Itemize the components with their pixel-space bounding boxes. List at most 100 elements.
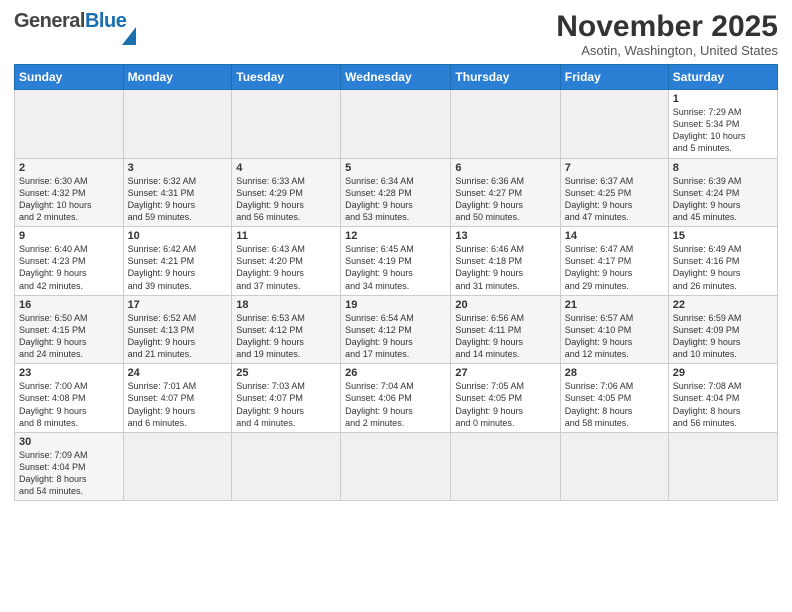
header-tuesday: Tuesday bbox=[232, 65, 341, 90]
day-cell: 25Sunrise: 7:03 AM Sunset: 4:07 PM Dayli… bbox=[232, 364, 341, 433]
day-cell: 15Sunrise: 6:49 AM Sunset: 4:16 PM Dayli… bbox=[668, 227, 777, 296]
day-cell bbox=[123, 432, 232, 501]
day-number: 29 bbox=[673, 367, 773, 379]
day-info: Sunrise: 6:53 AM Sunset: 4:12 PM Dayligh… bbox=[236, 312, 336, 361]
header: GeneralBlue November 2025 Asotin, Washin… bbox=[14, 10, 778, 58]
day-info: Sunrise: 6:52 AM Sunset: 4:13 PM Dayligh… bbox=[128, 312, 228, 361]
day-cell: 27Sunrise: 7:05 AM Sunset: 4:05 PM Dayli… bbox=[451, 364, 560, 433]
day-number: 13 bbox=[455, 230, 555, 242]
day-cell: 28Sunrise: 7:06 AM Sunset: 4:05 PM Dayli… bbox=[560, 364, 668, 433]
day-cell: 19Sunrise: 6:54 AM Sunset: 4:12 PM Dayli… bbox=[341, 295, 451, 364]
logo-area: GeneralBlue bbox=[14, 10, 136, 45]
day-number: 12 bbox=[345, 230, 446, 242]
day-info: Sunrise: 7:01 AM Sunset: 4:07 PM Dayligh… bbox=[128, 380, 228, 429]
week-row-2: 9Sunrise: 6:40 AM Sunset: 4:23 PM Daylig… bbox=[15, 227, 778, 296]
day-info: Sunrise: 6:50 AM Sunset: 4:15 PM Dayligh… bbox=[19, 312, 119, 361]
day-info: Sunrise: 7:08 AM Sunset: 4:04 PM Dayligh… bbox=[673, 380, 773, 429]
day-cell bbox=[668, 432, 777, 501]
day-cell: 17Sunrise: 6:52 AM Sunset: 4:13 PM Dayli… bbox=[123, 295, 232, 364]
day-number: 20 bbox=[455, 299, 555, 311]
day-info: Sunrise: 6:37 AM Sunset: 4:25 PM Dayligh… bbox=[565, 175, 664, 224]
day-cell: 11Sunrise: 6:43 AM Sunset: 4:20 PM Dayli… bbox=[232, 227, 341, 296]
day-info: Sunrise: 7:03 AM Sunset: 4:07 PM Dayligh… bbox=[236, 380, 336, 429]
day-number: 19 bbox=[345, 299, 446, 311]
page: GeneralBlue November 2025 Asotin, Washin… bbox=[0, 0, 792, 612]
day-cell: 23Sunrise: 7:00 AM Sunset: 4:08 PM Dayli… bbox=[15, 364, 124, 433]
day-info: Sunrise: 6:49 AM Sunset: 4:16 PM Dayligh… bbox=[673, 243, 773, 292]
day-info: Sunrise: 6:46 AM Sunset: 4:18 PM Dayligh… bbox=[455, 243, 555, 292]
day-info: Sunrise: 6:54 AM Sunset: 4:12 PM Dayligh… bbox=[345, 312, 446, 361]
day-cell: 9Sunrise: 6:40 AM Sunset: 4:23 PM Daylig… bbox=[15, 227, 124, 296]
day-number: 22 bbox=[673, 299, 773, 311]
day-info: Sunrise: 6:33 AM Sunset: 4:29 PM Dayligh… bbox=[236, 175, 336, 224]
header-thursday: Thursday bbox=[451, 65, 560, 90]
day-number: 26 bbox=[345, 367, 446, 379]
logo-triangle-row bbox=[70, 29, 136, 45]
day-info: Sunrise: 6:30 AM Sunset: 4:32 PM Dayligh… bbox=[19, 175, 119, 224]
day-number: 25 bbox=[236, 367, 336, 379]
header-saturday: Saturday bbox=[668, 65, 777, 90]
day-cell: 16Sunrise: 6:50 AM Sunset: 4:15 PM Dayli… bbox=[15, 295, 124, 364]
week-row-3: 16Sunrise: 6:50 AM Sunset: 4:15 PM Dayli… bbox=[15, 295, 778, 364]
day-info: Sunrise: 6:36 AM Sunset: 4:27 PM Dayligh… bbox=[455, 175, 555, 224]
day-number: 5 bbox=[345, 162, 446, 174]
day-cell bbox=[451, 90, 560, 159]
day-number: 3 bbox=[128, 162, 228, 174]
day-cell: 30Sunrise: 7:09 AM Sunset: 4:04 PM Dayli… bbox=[15, 432, 124, 501]
day-cell: 13Sunrise: 6:46 AM Sunset: 4:18 PM Dayli… bbox=[451, 227, 560, 296]
title-area: November 2025 Asotin, Washington, United… bbox=[556, 10, 778, 58]
day-number: 18 bbox=[236, 299, 336, 311]
day-info: Sunrise: 6:59 AM Sunset: 4:09 PM Dayligh… bbox=[673, 312, 773, 361]
day-number: 15 bbox=[673, 230, 773, 242]
day-number: 9 bbox=[19, 230, 119, 242]
day-number: 17 bbox=[128, 299, 228, 311]
month-title: November 2025 bbox=[556, 10, 778, 43]
day-number: 8 bbox=[673, 162, 773, 174]
day-info: Sunrise: 7:00 AM Sunset: 4:08 PM Dayligh… bbox=[19, 380, 119, 429]
day-info: Sunrise: 6:34 AM Sunset: 4:28 PM Dayligh… bbox=[345, 175, 446, 224]
day-number: 28 bbox=[565, 367, 664, 379]
day-info: Sunrise: 6:42 AM Sunset: 4:21 PM Dayligh… bbox=[128, 243, 228, 292]
header-friday: Friday bbox=[560, 65, 668, 90]
day-cell: 18Sunrise: 6:53 AM Sunset: 4:12 PM Dayli… bbox=[232, 295, 341, 364]
day-number: 27 bbox=[455, 367, 555, 379]
header-monday: Monday bbox=[123, 65, 232, 90]
day-cell: 6Sunrise: 6:36 AM Sunset: 4:27 PM Daylig… bbox=[451, 158, 560, 227]
day-cell bbox=[341, 432, 451, 501]
day-info: Sunrise: 7:04 AM Sunset: 4:06 PM Dayligh… bbox=[345, 380, 446, 429]
day-number: 4 bbox=[236, 162, 336, 174]
day-cell bbox=[15, 90, 124, 159]
day-info: Sunrise: 7:05 AM Sunset: 4:05 PM Dayligh… bbox=[455, 380, 555, 429]
day-number: 2 bbox=[19, 162, 119, 174]
header-sunday: Sunday bbox=[15, 65, 124, 90]
day-number: 10 bbox=[128, 230, 228, 242]
location: Asotin, Washington, United States bbox=[556, 43, 778, 58]
day-number: 14 bbox=[565, 230, 664, 242]
week-row-1: 2Sunrise: 6:30 AM Sunset: 4:32 PM Daylig… bbox=[15, 158, 778, 227]
day-cell: 29Sunrise: 7:08 AM Sunset: 4:04 PM Dayli… bbox=[668, 364, 777, 433]
day-cell bbox=[341, 90, 451, 159]
week-row-4: 23Sunrise: 7:00 AM Sunset: 4:08 PM Dayli… bbox=[15, 364, 778, 433]
day-number: 11 bbox=[236, 230, 336, 242]
day-info: Sunrise: 7:09 AM Sunset: 4:04 PM Dayligh… bbox=[19, 449, 119, 498]
day-info: Sunrise: 6:39 AM Sunset: 4:24 PM Dayligh… bbox=[673, 175, 773, 224]
day-cell: 2Sunrise: 6:30 AM Sunset: 4:32 PM Daylig… bbox=[15, 158, 124, 227]
day-info: Sunrise: 6:40 AM Sunset: 4:23 PM Dayligh… bbox=[19, 243, 119, 292]
day-cell: 5Sunrise: 6:34 AM Sunset: 4:28 PM Daylig… bbox=[341, 158, 451, 227]
day-cell bbox=[123, 90, 232, 159]
day-cell: 21Sunrise: 6:57 AM Sunset: 4:10 PM Dayli… bbox=[560, 295, 668, 364]
day-cell: 1Sunrise: 7:29 AM Sunset: 5:34 PM Daylig… bbox=[668, 90, 777, 159]
day-info: Sunrise: 6:47 AM Sunset: 4:17 PM Dayligh… bbox=[565, 243, 664, 292]
header-wednesday: Wednesday bbox=[341, 65, 451, 90]
day-info: Sunrise: 6:56 AM Sunset: 4:11 PM Dayligh… bbox=[455, 312, 555, 361]
day-info: Sunrise: 6:57 AM Sunset: 4:10 PM Dayligh… bbox=[565, 312, 664, 361]
day-cell bbox=[232, 432, 341, 501]
day-number: 24 bbox=[128, 367, 228, 379]
logo: GeneralBlue bbox=[14, 10, 136, 45]
day-cell bbox=[560, 90, 668, 159]
day-cell: 20Sunrise: 6:56 AM Sunset: 4:11 PM Dayli… bbox=[451, 295, 560, 364]
logo-triangle-icon bbox=[122, 27, 136, 45]
day-cell: 7Sunrise: 6:37 AM Sunset: 4:25 PM Daylig… bbox=[560, 158, 668, 227]
day-number: 6 bbox=[455, 162, 555, 174]
day-cell: 4Sunrise: 6:33 AM Sunset: 4:29 PM Daylig… bbox=[232, 158, 341, 227]
